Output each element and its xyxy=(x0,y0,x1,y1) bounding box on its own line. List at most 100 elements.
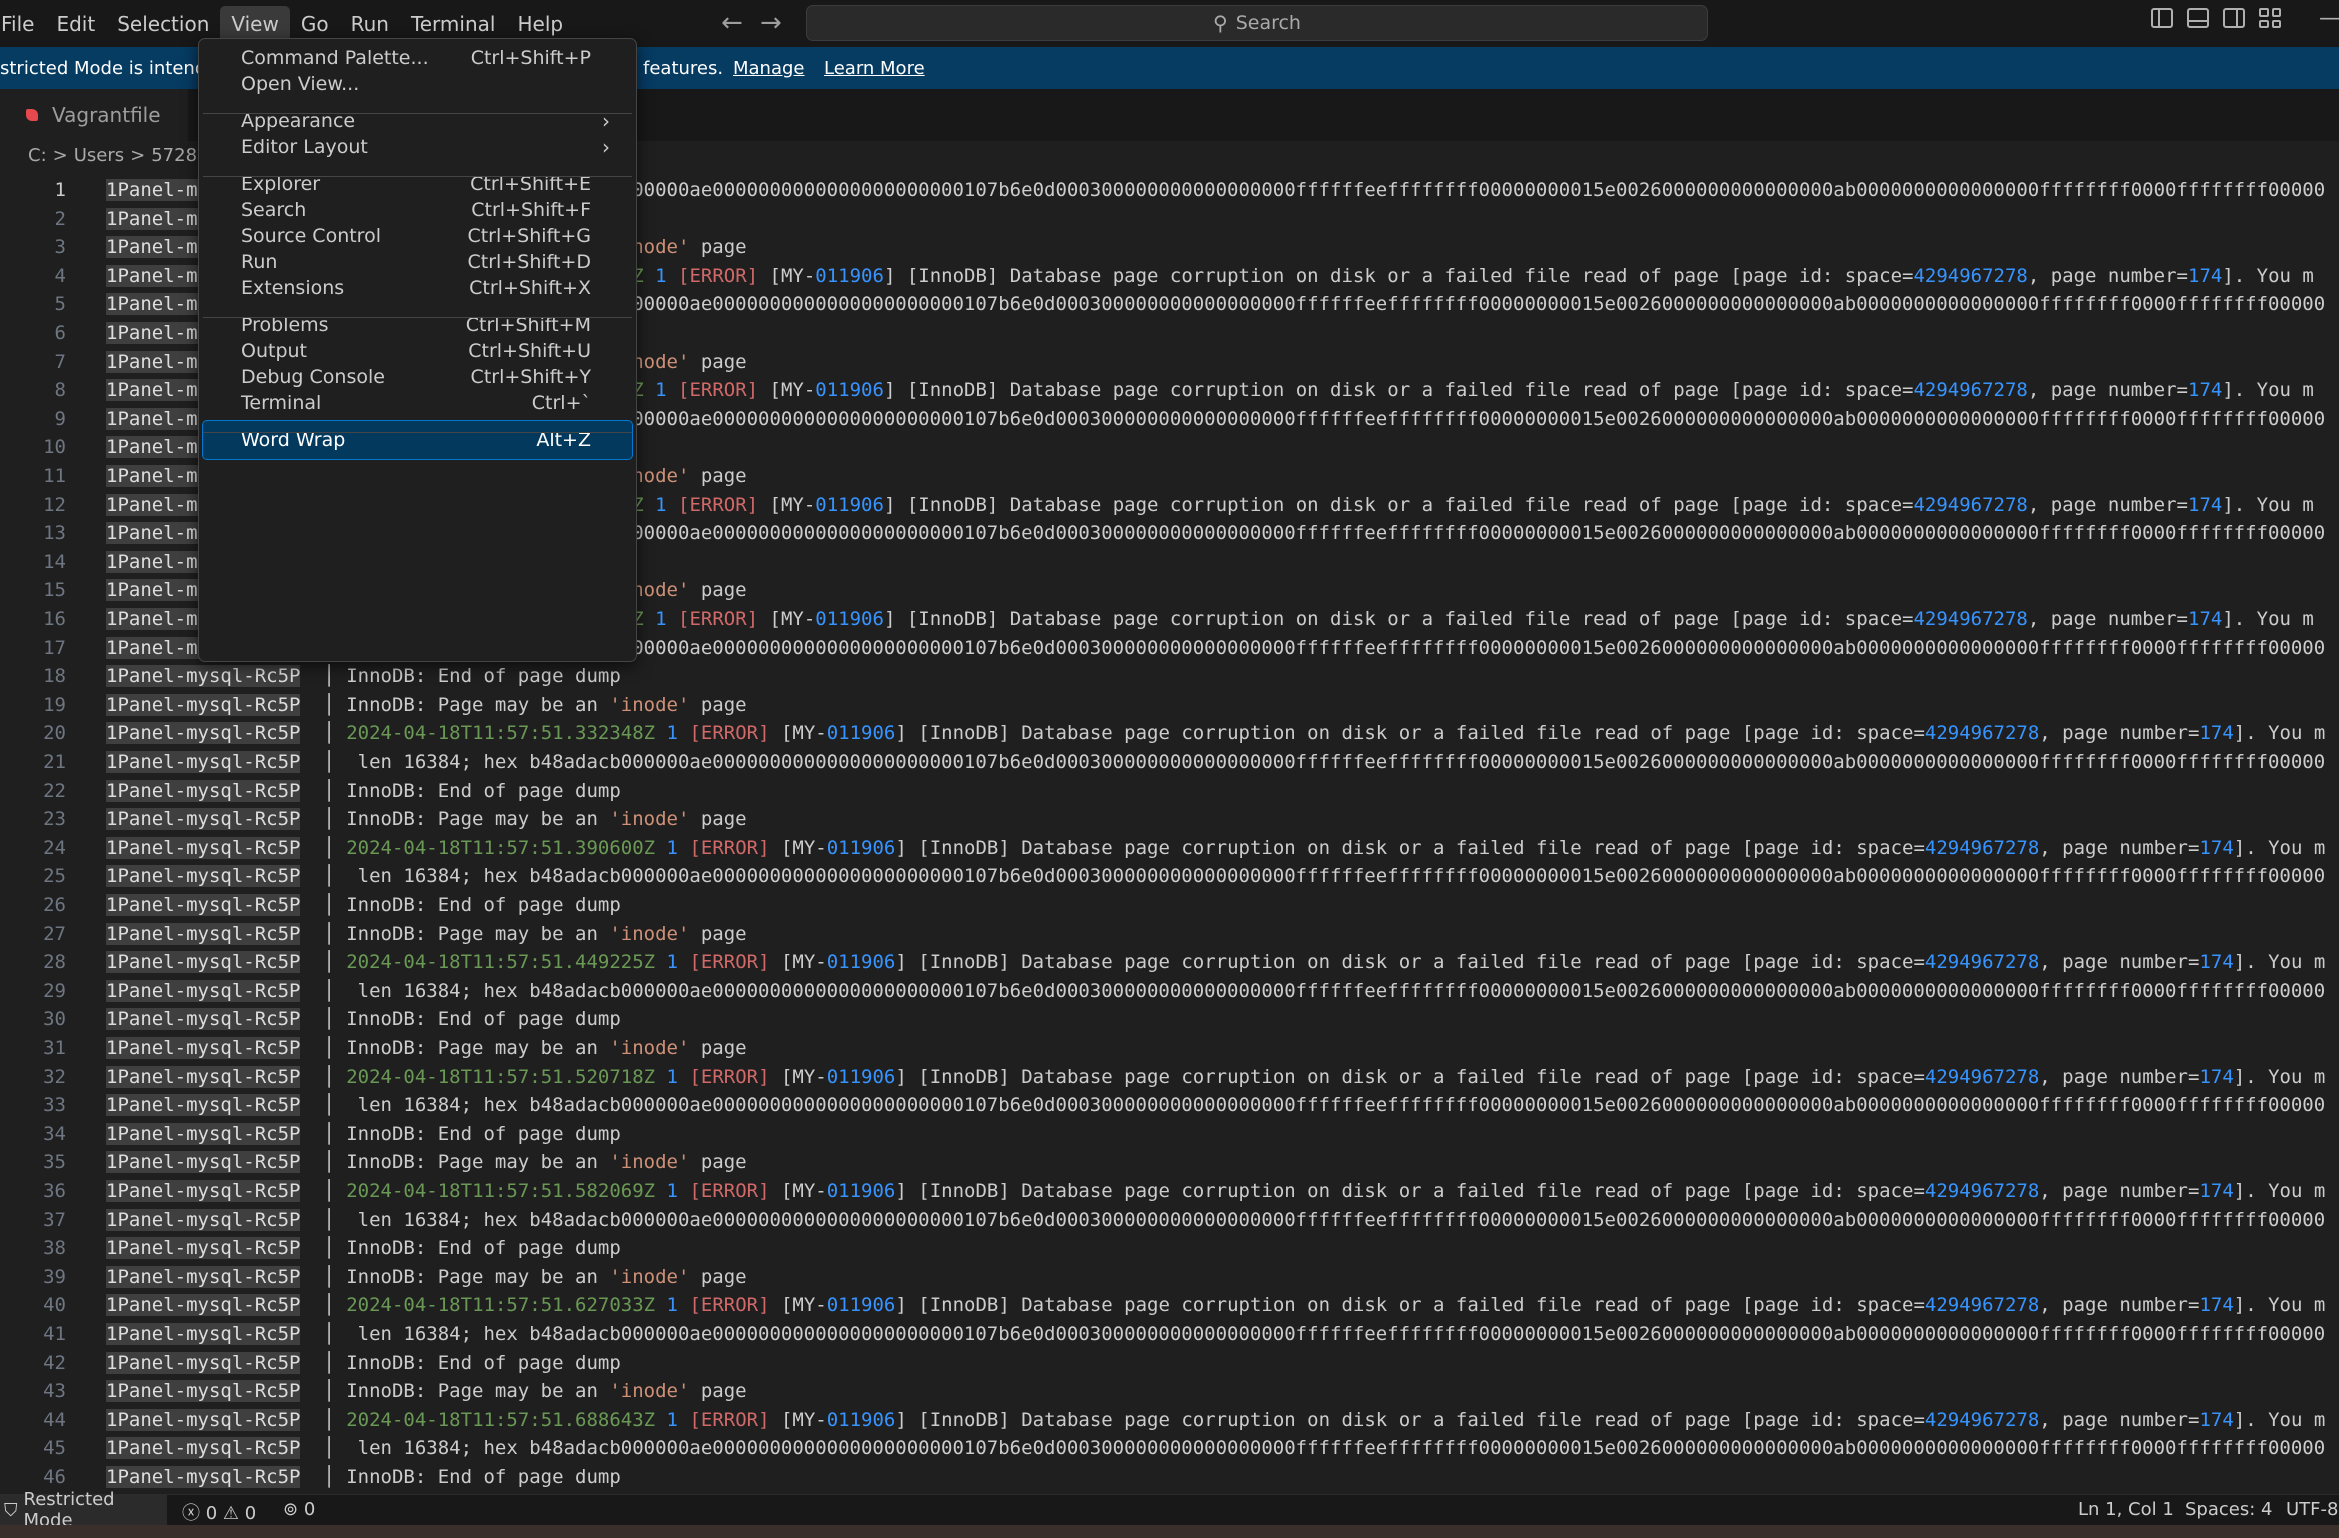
ports-count: 0 xyxy=(303,1499,316,1520)
view-menu-dropdown: Command Palette... Ctrl+Shift+P Open View.… xyxy=(198,38,637,662)
toggle-secondary-sidebar-icon[interactable] xyxy=(2223,8,2245,28)
line-content: 1Panel-mysql-Rc5P │ InnoDB: End of page … xyxy=(106,779,621,802)
line-content: 1Panel-mysql-Rc5P │ InnoDB: Page may be … xyxy=(106,1265,747,1288)
menu-file[interactable]: File xyxy=(0,6,45,42)
menu-item-label: Terminal xyxy=(241,392,322,414)
cursor-position[interactable]: Ln 1, Col 1 xyxy=(2078,1499,2174,1520)
menu-item-word-wrap[interactable]: Word Wrap Alt+Z xyxy=(202,420,633,460)
line-number: 19 xyxy=(43,693,66,716)
encoding[interactable]: UTF-8 xyxy=(2286,1499,2338,1520)
menu-run[interactable]: Run xyxy=(340,6,400,42)
line-content: 1Panel-mysql-Rc5P │ 2024-04-18T11:57:51.… xyxy=(106,1065,2326,1088)
learn-more-link[interactable]: Learn More xyxy=(824,58,925,79)
banner-text-tail: features. xyxy=(643,57,724,79)
line-number: 18 xyxy=(43,665,66,688)
line-content: 1Panel-mysql-Rc5P │ InnoDB: Page may be … xyxy=(106,1037,747,1059)
menu-item-extensions[interactable]: Extensions Ctrl+Shift+X xyxy=(203,269,632,307)
line-content: 1Panel-mysql-Rc5P │ 2024-04-18T11:57:51.… xyxy=(106,1180,2326,1202)
code-line: 39 1Panel-mysql-Rc5P │ InnoDB: Page may b… xyxy=(0,1263,2339,1292)
indentation[interactable]: Spaces: 4 xyxy=(2185,1499,2272,1520)
line-number: 6 xyxy=(54,322,66,344)
line-content: 1Panel-mysql-Rc5P │ InnoDB: Page may be … xyxy=(106,808,747,831)
breadcrumb-drive[interactable]: C: xyxy=(28,145,47,166)
code-line: 37 1Panel-mysql-Rc5P │ len 16384; hex b48… xyxy=(0,1206,2339,1235)
search-placeholder: Search xyxy=(1235,12,1301,34)
line-number: 15 xyxy=(43,579,66,602)
line-number: 40 xyxy=(43,1294,66,1317)
line-content: 1Panel-mysql-Rc5P │ len 16384; hex b48ad… xyxy=(106,1094,2326,1117)
line-number: 35 xyxy=(43,1151,66,1174)
line-content: 1Panel-mysql-Rc5P │ 2024-04-18T11:57:51.… xyxy=(106,1294,2326,1317)
line-number: 14 xyxy=(43,550,66,573)
menu-separator xyxy=(203,432,632,433)
ports-indicator[interactable]: ⊚ 0 xyxy=(283,1499,315,1520)
code-line: 45 1Panel-mysql-Rc5P │ len 16384; hex b48… xyxy=(0,1434,2339,1463)
toggle-primary-sidebar-icon[interactable] xyxy=(2151,8,2173,28)
line-content: 1Panel-mysql-Rc5P │ 2024-04-18T11:57:51.… xyxy=(106,836,2326,859)
tab-vagrantfile[interactable]: Vagrantfile xyxy=(0,89,188,141)
code-line: 30 1Panel-mysql-Rc5P │ InnoDB: End of pag… xyxy=(0,1005,2339,1034)
code-line: 25 1Panel-mysql-Rc5P │ len 16384; hex b48… xyxy=(0,862,2339,891)
code-line: 34 1Panel-mysql-Rc5P │ InnoDB: End of pag… xyxy=(0,1120,2339,1149)
line-number: 4 xyxy=(54,264,66,287)
line-number: 1 xyxy=(54,179,66,201)
line-content: 1Panel-mysql-Rc5P │ InnoDB: End of page … xyxy=(106,1351,621,1374)
layout-controls xyxy=(2151,8,2281,28)
menu-item-terminal[interactable]: Terminal Ctrl+` xyxy=(203,384,632,422)
tab-label: Vagrantfile xyxy=(52,103,161,127)
line-number: 11 xyxy=(43,465,66,487)
command-center-search[interactable]: ⚲ Search xyxy=(806,5,1708,41)
problems-indicator[interactable]: ⓧ 0 ⚠ 0 xyxy=(182,1499,256,1525)
line-content: 1Panel-mysql-Rc5P │ InnoDB: Page may be … xyxy=(106,1151,747,1174)
forward-arrow-icon[interactable]: → xyxy=(760,8,782,38)
menu-go[interactable]: Go xyxy=(290,6,340,42)
breadcrumb-users[interactable]: Users xyxy=(74,145,124,166)
line-number: 22 xyxy=(43,779,66,802)
menu-item-label: Open View... xyxy=(241,73,360,95)
breadcrumb: C: > Users > 57287 xyxy=(28,145,209,166)
menu-terminal[interactable]: Terminal xyxy=(400,6,507,42)
chevron-right-icon: > xyxy=(52,145,68,166)
code-line: 28 1Panel-mysql-Rc5P │ 2024-04-18T11:57:5… xyxy=(0,948,2339,977)
line-content: 1Panel-mysql-Rc5P │ InnoDB: End of page … xyxy=(106,1122,621,1145)
line-number: 43 xyxy=(43,1380,66,1403)
code-line: 46 1Panel-mysql-Rc5P │ InnoDB: End of pag… xyxy=(0,1463,2339,1492)
line-number: 21 xyxy=(43,751,66,773)
menu-item-editor-layout[interactable]: Editor Layout › xyxy=(203,128,632,166)
code-line: 43 1Panel-mysql-Rc5P │ InnoDB: Page may b… xyxy=(0,1377,2339,1406)
line-number: 24 xyxy=(43,836,66,859)
code-line: 29 1Panel-mysql-Rc5P │ len 16384; hex b48… xyxy=(0,977,2339,1006)
line-content: 1Panel-mysql-Rc5P │ len 16384; hex b48ad… xyxy=(106,979,2326,1002)
line-number: 27 xyxy=(43,922,66,945)
toggle-panel-icon[interactable] xyxy=(2187,8,2209,28)
code-line: 21 1Panel-mysql-Rc5P │ len 16384; hex b48… xyxy=(0,748,2339,777)
line-number: 46 xyxy=(43,1466,66,1488)
line-content: 1Panel-mysql-Rc5P │ len 16384; hex b48ad… xyxy=(106,1323,2326,1345)
customize-layout-icon[interactable] xyxy=(2259,8,2281,28)
menu-help[interactable]: Help xyxy=(506,6,574,42)
restricted-mode-indicator[interactable]: ⛉ Restricted Mode xyxy=(0,1489,167,1531)
menu-separator xyxy=(203,317,632,318)
line-number: 13 xyxy=(43,522,66,545)
menu-selection[interactable]: Selection xyxy=(106,6,220,42)
line-content: 1Panel-mysql-Rc5P │ InnoDB: Page may be … xyxy=(106,1380,747,1403)
code-line: 36 1Panel-mysql-Rc5P │ 2024-04-18T11:57:5… xyxy=(0,1177,2339,1206)
back-arrow-icon[interactable]: ← xyxy=(721,8,743,38)
menu-edit[interactable]: Edit xyxy=(45,6,106,42)
code-line: 33 1Panel-mysql-Rc5P │ len 16384; hex b48… xyxy=(0,1091,2339,1120)
line-number: 7 xyxy=(54,350,66,373)
menu-view[interactable]: View xyxy=(220,5,290,42)
line-content: 1Panel-mysql-Rc5P │ 2024-04-18T11:57:51.… xyxy=(106,951,2326,974)
chevron-right-icon: > xyxy=(130,145,146,166)
line-number: 39 xyxy=(43,1265,66,1288)
minimize-icon[interactable]: — xyxy=(2319,6,2339,31)
menu-item-open-view[interactable]: Open View... xyxy=(203,65,632,103)
ruby-file-icon xyxy=(26,109,38,121)
error-count: 0 xyxy=(205,1503,218,1524)
line-number: 17 xyxy=(43,636,66,659)
code-line: 26 1Panel-mysql-Rc5P │ InnoDB: End of pag… xyxy=(0,891,2339,920)
manage-link[interactable]: Manage xyxy=(733,58,805,79)
menu-item-shortcut: Ctrl+Shift+X xyxy=(469,277,591,299)
line-content: 1Panel-mysql-Rc5P │ InnoDB: End of page … xyxy=(106,1237,621,1260)
menu-separator xyxy=(203,113,632,114)
